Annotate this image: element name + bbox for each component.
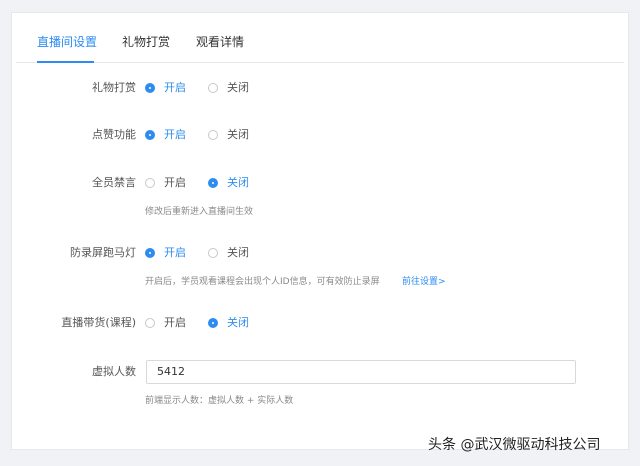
active-tab-indicator bbox=[37, 61, 94, 63]
radio-unselected-icon bbox=[208, 248, 218, 258]
radio-unselected-icon bbox=[145, 178, 155, 188]
radio-selected-icon bbox=[145, 248, 155, 258]
radio-selected-icon bbox=[145, 130, 155, 140]
radio-selected-icon bbox=[208, 318, 218, 328]
radio-label: 开启 bbox=[164, 176, 186, 189]
mute-all-label: 全员禁言 bbox=[92, 176, 136, 189]
watermark-text: 头条 @武汉微驱动科技公司 bbox=[428, 437, 601, 453]
gift-reward-label: 礼物打赏 bbox=[92, 81, 136, 94]
anti-record-off-radio[interactable]: 关闭 bbox=[208, 245, 249, 261]
like-function-label: 点赞功能 bbox=[92, 128, 136, 141]
mute-all-hint: 修改后重新进入直播间生效 bbox=[145, 207, 254, 217]
mute-all-off-radio[interactable]: 关闭 bbox=[208, 175, 249, 191]
radio-label: 开启 bbox=[164, 246, 186, 259]
radio-label: 开启 bbox=[164, 128, 186, 141]
radio-label: 开启 bbox=[164, 316, 186, 329]
virtual-viewers-label: 虚拟人数 bbox=[92, 365, 136, 378]
anti-record-hint: 开启后，学员观看课程会出现个人ID信息，可有效防止录屏 bbox=[145, 277, 380, 287]
radio-unselected-icon bbox=[208, 130, 218, 140]
radio-unselected-icon bbox=[145, 318, 155, 328]
gift-reward-on-radio[interactable]: 开启 bbox=[145, 80, 186, 96]
tab-view-details[interactable]: 观看详情 bbox=[196, 34, 244, 50]
radio-label: 关闭 bbox=[227, 128, 249, 141]
gift-reward-off-radio[interactable]: 关闭 bbox=[208, 80, 249, 96]
tab-gift-reward[interactable]: 礼物打赏 bbox=[122, 34, 170, 50]
anti-record-label: 防录屏跑马灯 bbox=[70, 246, 136, 259]
radio-label: 关闭 bbox=[227, 176, 249, 189]
tab-live-room-settings[interactable]: 直播间设置 bbox=[37, 34, 97, 50]
radio-label: 开启 bbox=[164, 81, 186, 94]
radio-label: 关闭 bbox=[227, 246, 249, 259]
anti-record-on-radio[interactable]: 开启 bbox=[145, 245, 186, 261]
radio-label: 关闭 bbox=[227, 81, 249, 94]
go-to-settings-link[interactable]: 前往设置> bbox=[402, 276, 446, 288]
live-commerce-on-radio[interactable]: 开启 bbox=[145, 315, 186, 331]
settings-card bbox=[11, 12, 629, 450]
virtual-viewers-hint: 前端显示人数：虚拟人数 + 实际人数 bbox=[145, 396, 294, 406]
tab-bar: 直播间设置 礼物打赏 观看详情 bbox=[16, 20, 624, 63]
like-function-off-radio[interactable]: 关闭 bbox=[208, 127, 249, 143]
radio-selected-icon bbox=[145, 83, 155, 93]
radio-selected-icon bbox=[208, 178, 218, 188]
mute-all-on-radio[interactable]: 开启 bbox=[145, 175, 186, 191]
live-commerce-label: 直播带货(课程) bbox=[61, 316, 136, 329]
virtual-viewers-input[interactable]: 5412 bbox=[146, 360, 576, 384]
live-commerce-off-radio[interactable]: 关闭 bbox=[208, 315, 249, 331]
like-function-on-radio[interactable]: 开启 bbox=[145, 127, 186, 143]
radio-label: 关闭 bbox=[227, 316, 249, 329]
radio-unselected-icon bbox=[208, 83, 218, 93]
